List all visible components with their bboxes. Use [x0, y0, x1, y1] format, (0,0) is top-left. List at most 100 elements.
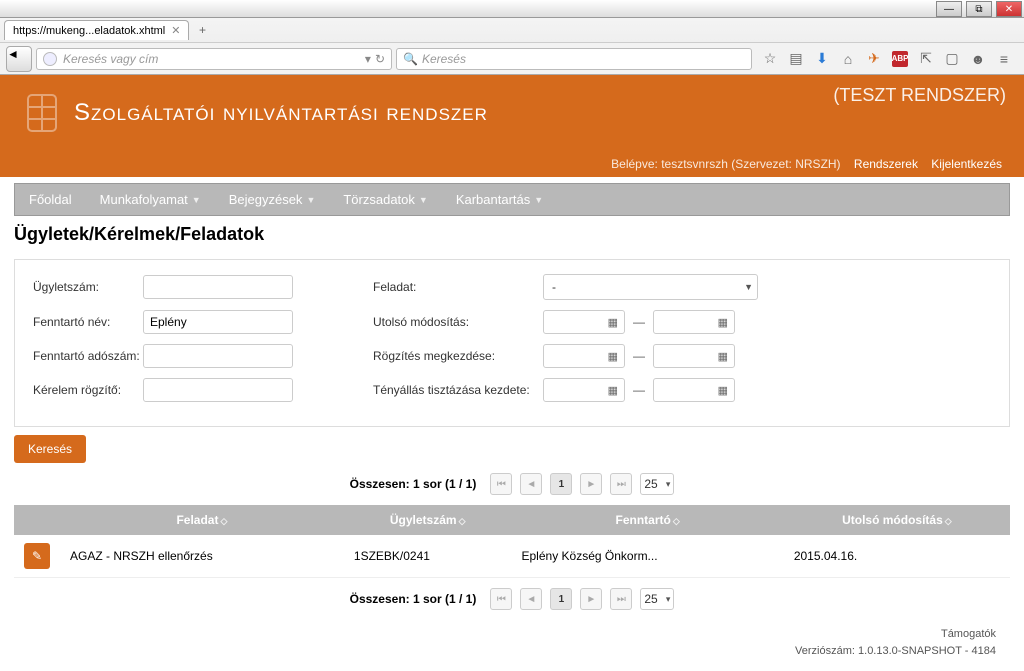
col-ugyletszam[interactable]: Ügyletszám◇ — [344, 505, 512, 535]
window-maximize-button[interactable]: ⧉ — [966, 1, 992, 17]
link-logout[interactable]: Kijelentkezés — [931, 157, 1002, 171]
chevron-down-icon: ▼ — [419, 195, 428, 205]
input-utolso-mod-from[interactable]: ▦ — [543, 310, 625, 334]
note-icon[interactable]: ▢ — [944, 51, 960, 67]
chevron-down-icon: ▾ — [666, 479, 671, 490]
cell-utolso: 2015.04.16. — [784, 535, 1010, 578]
sort-icon: ◇ — [945, 516, 952, 526]
page-size-select[interactable]: 25▾ — [640, 473, 674, 495]
pager-top: Összesen: 1 sor (1 / 1) ⏮ ◄ 1 ► ⏭ 25▾ — [14, 463, 1010, 505]
menu-maintenance[interactable]: Karbantartás▼ — [442, 184, 557, 215]
pager-first[interactable]: ⏮ — [490, 588, 512, 610]
range-separator: — — [633, 349, 645, 363]
select-feladat[interactable]: - ▼ — [543, 274, 758, 300]
close-icon[interactable]: ✕ — [171, 24, 180, 37]
send-icon[interactable]: ✈ — [866, 51, 882, 67]
edit-row-button[interactable]: ✎ — [24, 543, 50, 569]
label-rogzites: Rögzítés megkezdése: — [373, 349, 543, 363]
share-icon[interactable]: ⇱ — [918, 51, 934, 67]
pager-last[interactable]: ⏭ — [610, 473, 632, 495]
cell-feladat: AGAZ - NRSZH ellenőrzés — [60, 535, 344, 578]
bookmark-icon[interactable]: ☆ — [762, 51, 778, 67]
results-table: Feladat◇ Ügyletszám◇ Fenntartó◇ Utolsó m… — [14, 505, 1010, 578]
adblock-icon[interactable]: ABP — [892, 51, 908, 67]
pager-prev[interactable]: ◄ — [520, 473, 542, 495]
link-systems[interactable]: Rendszerek — [854, 157, 918, 171]
menu-workflow[interactable]: Munkafolyamat▼ — [86, 184, 215, 215]
menu-masterdata[interactable]: Törzsadatok▼ — [329, 184, 441, 215]
browser-search[interactable]: 🔍 Keresés — [396, 48, 752, 70]
select-feladat-value: - — [552, 280, 556, 294]
cell-fenntarto: Eplény Község Önkorm... — [512, 535, 784, 578]
test-badge: (TESZT RENDSZER) — [833, 85, 1006, 106]
toolbar-icons: ☆ ▤ ⬇ ⌂ ✈ ABP ⇱ ▢ ☻ ≡ — [756, 51, 1018, 67]
crest-icon — [22, 89, 62, 137]
label-ugyletszam: Ügyletszám: — [33, 280, 143, 294]
label-fenntarto-nev: Fenntartó név: — [33, 315, 143, 329]
calendar-icon: ▦ — [718, 316, 728, 329]
new-tab-button[interactable]: + — [193, 21, 211, 39]
pager-next[interactable]: ► — [580, 588, 602, 610]
col-feladat[interactable]: Feladat◇ — [60, 505, 344, 535]
back-button[interactable]: ◄ — [6, 46, 32, 72]
input-utolso-mod-to[interactable]: ▦ — [653, 310, 735, 334]
chat-icon[interactable]: ☻ — [970, 51, 986, 67]
label-kerelem-rogz: Kérelem rögzítő: — [33, 383, 143, 397]
sort-icon: ◇ — [673, 516, 680, 526]
home-icon[interactable]: ⌂ — [840, 51, 856, 67]
input-tenyallas-to[interactable]: ▦ — [653, 378, 735, 402]
menu-home[interactable]: Főoldal — [15, 184, 86, 215]
calendar-icon: ▦ — [608, 316, 618, 329]
menu-entries[interactable]: Bejegyzések▼ — [215, 184, 330, 215]
menu-icon[interactable]: ≡ — [996, 51, 1012, 67]
pager-bottom: Összesen: 1 sor (1 / 1) ⏮ ◄ 1 ► ⏭ 25▾ — [14, 578, 1010, 620]
pager-summary: Összesen: 1 sor (1 / 1) — [350, 592, 477, 606]
footer-sponsors[interactable]: Támogatók — [28, 626, 996, 643]
login-bar: Belépve: tesztsvnrszh (Szervezet: NRSZH)… — [0, 151, 1024, 177]
login-user: tesztsvnrszh (Szervezet: NRSZH) — [661, 157, 840, 171]
address-placeholder: Keresés vagy cím — [63, 52, 158, 66]
window-minimize-button[interactable]: — — [936, 1, 962, 17]
footer-version: 1.0.13.0-SNAPSHOT - 4184 — [858, 645, 996, 657]
sort-icon: ◇ — [220, 516, 227, 526]
page-size-select[interactable]: 25▾ — [640, 588, 674, 610]
range-separator: — — [633, 315, 645, 329]
calendar-icon: ▦ — [608, 384, 618, 397]
cell-ugyletszam: 1SZEBK/0241 — [344, 535, 512, 578]
pager-prev[interactable]: ◄ — [520, 588, 542, 610]
input-fenntarto-ado[interactable] — [143, 344, 293, 368]
main-menu: Főoldal Munkafolyamat▼ Bejegyzések▼ Törz… — [14, 183, 1010, 216]
page-footer: Támogatók Verziószám: 1.0.13.0-SNAPSHOT … — [14, 620, 1010, 665]
reload-icon[interactable]: ↻ — [375, 52, 385, 66]
calendar-icon: ▦ — [718, 350, 728, 363]
tab-title: https://mukeng...eladatok.xhtml — [13, 25, 165, 37]
input-tenyallas-from[interactable]: ▦ — [543, 378, 625, 402]
login-prefix: Belépve: — [611, 157, 658, 171]
pager-current[interactable]: 1 — [550, 473, 572, 495]
input-rogzites-to[interactable]: ▦ — [653, 344, 735, 368]
input-fenntarto-nev[interactable] — [143, 310, 293, 334]
input-kerelem-rogz[interactable] — [143, 378, 293, 402]
input-ugyletszam[interactable] — [143, 275, 293, 299]
pager-current[interactable]: 1 — [550, 588, 572, 610]
browser-tab[interactable]: https://mukeng...eladatok.xhtml ✕ — [4, 20, 189, 40]
reader-icon[interactable]: ▤ — [788, 51, 804, 67]
app-title: Szolgáltatói nyilvántartási rendszer — [74, 99, 488, 127]
col-utolso[interactable]: Utolsó módosítás◇ — [784, 505, 1010, 535]
sort-icon: ◇ — [459, 516, 466, 526]
address-bar[interactable]: Keresés vagy cím ▾ ↻ — [36, 48, 392, 70]
calendar-icon: ▦ — [718, 384, 728, 397]
download-icon[interactable]: ⬇ — [814, 51, 830, 67]
pager-next[interactable]: ► — [580, 473, 602, 495]
chevron-down-icon: ▾ — [666, 594, 671, 605]
label-utolso-mod: Utolsó módosítás: — [373, 315, 543, 329]
pager-first[interactable]: ⏮ — [490, 473, 512, 495]
pager-last[interactable]: ⏭ — [610, 588, 632, 610]
range-separator: — — [633, 383, 645, 397]
window-close-button[interactable]: ✕ — [996, 1, 1022, 17]
col-fenntarto[interactable]: Fenntartó◇ — [512, 505, 784, 535]
search-icon: 🔍 — [403, 52, 418, 66]
input-rogzites-from[interactable]: ▦ — [543, 344, 625, 368]
search-button[interactable]: Keresés — [14, 435, 86, 463]
globe-icon — [43, 52, 57, 66]
